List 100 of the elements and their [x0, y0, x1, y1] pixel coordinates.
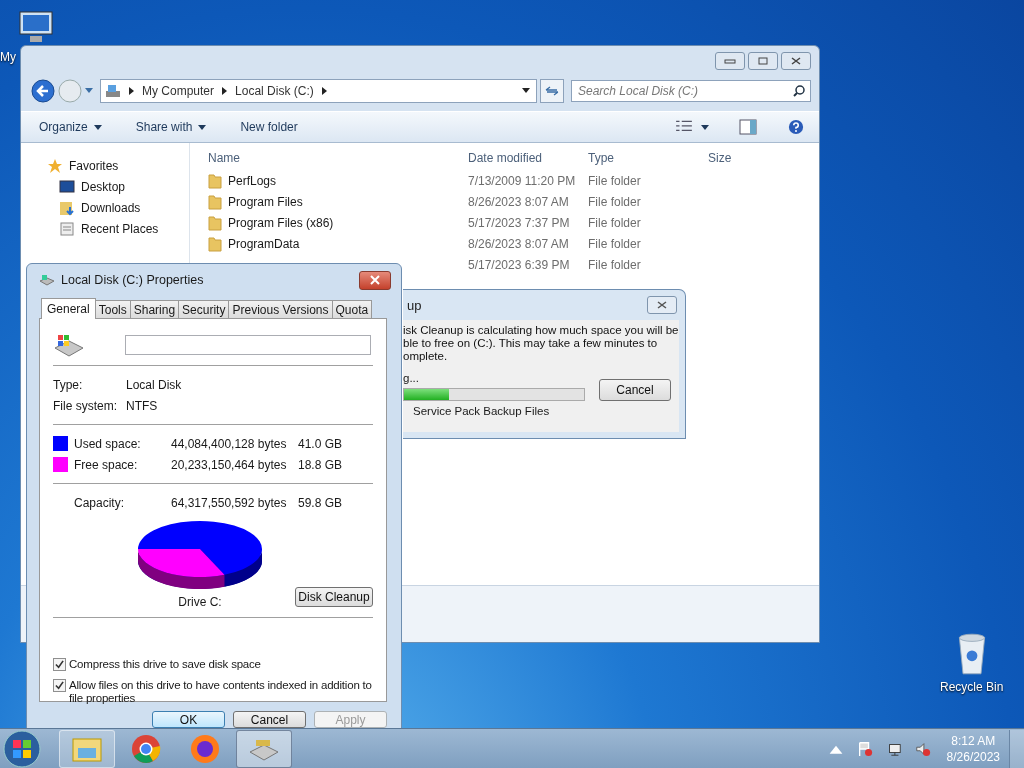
close-icon	[790, 57, 802, 65]
disk-cleanup-button[interactable]: Disk Cleanup	[295, 587, 373, 607]
table-cell-text: File folder	[588, 215, 642, 230]
toolbar-button[interactable]: New folder	[238, 118, 300, 136]
file-name[interactable]: Program Files (x86)	[228, 215, 334, 230]
breadcrumb-item[interactable]: Local Disk (C:)	[235, 84, 314, 98]
desktop-icon-label[interactable]: My	[0, 50, 16, 64]
dropdown-icon[interactable]	[522, 88, 530, 94]
toolbar-button[interactable]: Organize	[37, 118, 104, 136]
field-value: 59.8 GB	[298, 495, 343, 510]
maximize-icon	[757, 57, 769, 65]
browser-icon	[131, 733, 161, 764]
desktop-icon-label[interactable]: Recycle Bin	[940, 680, 1004, 694]
back-button[interactable]	[31, 79, 55, 103]
column-header[interactable]: Size	[708, 151, 768, 165]
drive-name-field[interactable]	[125, 335, 371, 355]
drive-icon	[53, 332, 85, 358]
folder-icon	[208, 214, 222, 231]
field-label: File system:	[53, 398, 118, 413]
chevron-icon[interactable]	[222, 87, 228, 95]
caret-icon	[93, 124, 102, 130]
status-text: g...	[403, 372, 420, 384]
star-icon	[47, 157, 63, 174]
refresh-icon	[545, 85, 559, 97]
folder-icon	[72, 735, 102, 762]
nav-item[interactable]: Recent Places	[21, 218, 189, 239]
minimize-icon	[724, 57, 736, 65]
help-icon[interactable]	[787, 119, 805, 135]
nav-item[interactable]: Downloads	[21, 197, 189, 218]
chevron-icon[interactable]	[129, 87, 134, 95]
drive-icon	[39, 273, 55, 287]
tab[interactable]: General	[41, 298, 96, 319]
start-button[interactable]	[2, 728, 42, 768]
field-value: Local Disk	[126, 377, 182, 392]
dialog-title: Local Disk (C:) Properties	[61, 273, 204, 287]
folder-icon	[208, 193, 222, 210]
column-header[interactable]: Date modified	[468, 151, 588, 165]
dialog-button[interactable]: OK	[152, 711, 225, 728]
table-cell-text: 8/26/2023 8:07 AM	[468, 194, 570, 209]
tab[interactable]: Previous Versions	[228, 300, 333, 318]
chart-label: Drive C:	[178, 595, 222, 609]
field-value: 18.8 GB	[298, 457, 343, 472]
close-button[interactable]	[647, 296, 677, 314]
search-field[interactable]: Search Local Disk (C:)	[571, 80, 811, 102]
checkbox[interactable]	[53, 679, 66, 692]
field-value: NTFS	[126, 398, 158, 413]
maximize-button[interactable]	[748, 52, 778, 70]
table-cell-text: File folder	[588, 194, 642, 209]
field-label: Free space:	[74, 457, 139, 472]
column-header[interactable]: Type	[588, 151, 708, 165]
checkbox[interactable]	[53, 658, 66, 671]
field-value: 20,233,150,464 bytes	[171, 457, 288, 472]
cancel-button[interactable]: Cancel	[599, 379, 671, 401]
tab[interactable]: Sharing	[129, 300, 180, 318]
clock-time: 8:12 AM	[951, 732, 996, 749]
nav-item[interactable]: Desktop	[21, 176, 189, 197]
file-name[interactable]: Program Files	[228, 194, 303, 209]
breadcrumb-item[interactable]: My Computer	[142, 84, 215, 98]
close-icon	[369, 275, 381, 285]
tab[interactable]: Quota	[331, 300, 373, 318]
table-cell-text: File folder	[588, 236, 642, 251]
speaker-muted-icon[interactable]	[914, 740, 931, 757]
flag-icon[interactable]	[856, 740, 873, 757]
download-folder-icon	[59, 199, 75, 216]
field-value: 41.0 GB	[298, 436, 343, 451]
field-label: Type:	[53, 377, 84, 392]
file-name[interactable]: PerfLogs	[228, 173, 277, 188]
close-button[interactable]	[359, 270, 391, 290]
taskbar-button[interactable]	[236, 729, 292, 768]
address-bar[interactable]: My Computer Local Disk (C:)	[100, 79, 537, 103]
tab[interactable]: Security	[178, 300, 230, 318]
dropdown-icon[interactable]	[701, 124, 709, 130]
folder-icon	[208, 172, 222, 189]
dialog-button[interactable]: Cancel	[233, 711, 306, 728]
checkbox-label: Compress this drive to save disk space	[69, 658, 261, 671]
computer-icon	[105, 83, 121, 99]
message-text: isk Cleanup is calculating how much space you will be ble to free on (C:). This may take a few minutes to omplete.	[403, 324, 679, 363]
monitor-icon	[59, 178, 75, 195]
current-item-text: Service Pack Backup Files	[412, 405, 551, 417]
minimize-button[interactable]	[715, 52, 745, 70]
refresh-button[interactable]	[540, 79, 564, 103]
history-dropdown-icon[interactable]	[85, 88, 93, 94]
table-cell-text: 5/17/2023 6:39 PM	[468, 257, 571, 272]
browser-icon	[190, 733, 220, 764]
chevron-icon[interactable]	[321, 87, 327, 95]
folder-icon	[208, 235, 222, 252]
file-name[interactable]: ProgramData	[228, 236, 300, 251]
close-icon	[656, 301, 668, 309]
search-icon[interactable]	[793, 85, 805, 97]
table-cell-text: 7/13/2009 11:20 PM	[468, 173, 577, 188]
nav-item[interactable]: Favorites	[21, 155, 189, 176]
field-label: Capacity:	[74, 495, 126, 510]
column-header[interactable]: Name	[208, 151, 468, 165]
clock-date: 8/26/2023	[946, 748, 1000, 765]
preview-pane-icon[interactable]	[739, 119, 757, 135]
close-button[interactable]	[781, 52, 811, 70]
toolbar-button[interactable]: Share with	[133, 118, 209, 136]
field-value: 44,084,400,128 bytes	[171, 436, 288, 451]
dialog-title: up	[407, 297, 422, 313]
tab[interactable]: Tools	[94, 300, 131, 318]
